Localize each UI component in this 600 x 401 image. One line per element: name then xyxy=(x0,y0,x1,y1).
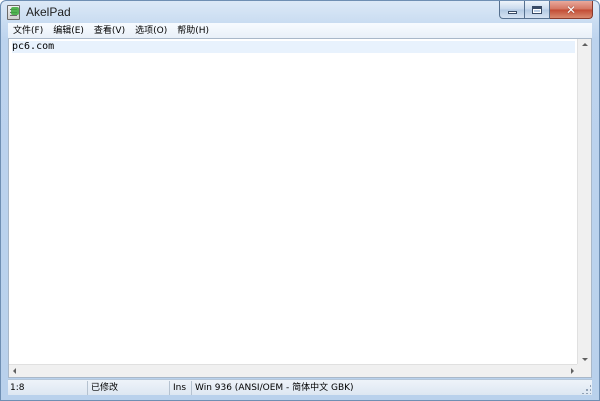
vertical-scrollbar[interactable] xyxy=(577,39,591,365)
close-button[interactable]: ✕ xyxy=(550,1,593,19)
title-bar[interactable]: AkelPad ✕ xyxy=(1,1,599,23)
status-insert-mode[interactable]: Ins xyxy=(170,380,192,395)
minimize-icon xyxy=(507,11,517,14)
status-cursor-position[interactable]: 1:8 xyxy=(8,380,88,395)
menu-file[interactable]: 文件(F) xyxy=(8,24,48,38)
scrollbar-corner xyxy=(577,364,591,377)
scroll-up-arrow-icon[interactable] xyxy=(582,43,588,46)
maximize-button[interactable] xyxy=(525,1,550,19)
text-editor[interactable]: pc6.com xyxy=(9,39,578,365)
minimize-button[interactable] xyxy=(499,1,525,19)
scroll-down-arrow-icon[interactable] xyxy=(582,358,588,361)
menu-edit[interactable]: 编辑(E) xyxy=(48,24,89,38)
window-title: AkelPad xyxy=(26,5,71,19)
editor-line[interactable]: pc6.com xyxy=(12,41,575,53)
menu-view[interactable]: 查看(V) xyxy=(89,24,130,38)
maximize-icon xyxy=(532,5,542,14)
menu-help[interactable]: 帮助(H) xyxy=(172,24,214,38)
editor-client-area: pc6.com xyxy=(8,38,592,378)
menu-options[interactable]: 选项(O) xyxy=(130,24,172,38)
status-modified: 已修改 xyxy=(88,380,170,395)
status-bar: 1:8 已修改 Ins Win 936 (ANSI/OEM - 简体中文 GBK… xyxy=(8,379,592,395)
status-encoding[interactable]: Win 936 (ANSI/OEM - 简体中文 GBK) xyxy=(192,381,592,395)
close-icon: ✕ xyxy=(565,2,577,17)
caption-buttons: ✕ xyxy=(499,1,593,19)
app-window: AkelPad ✕ 文件(F) 编辑(E) 查看(V) 选项(O) 帮助(H) … xyxy=(0,0,600,401)
akelpad-app-icon[interactable] xyxy=(7,5,20,20)
menu-bar: 文件(F) 编辑(E) 查看(V) 选项(O) 帮助(H) xyxy=(8,23,592,38)
horizontal-scrollbar[interactable] xyxy=(9,364,578,377)
scroll-left-arrow-icon[interactable] xyxy=(13,368,16,374)
scroll-right-arrow-icon[interactable] xyxy=(571,368,574,374)
